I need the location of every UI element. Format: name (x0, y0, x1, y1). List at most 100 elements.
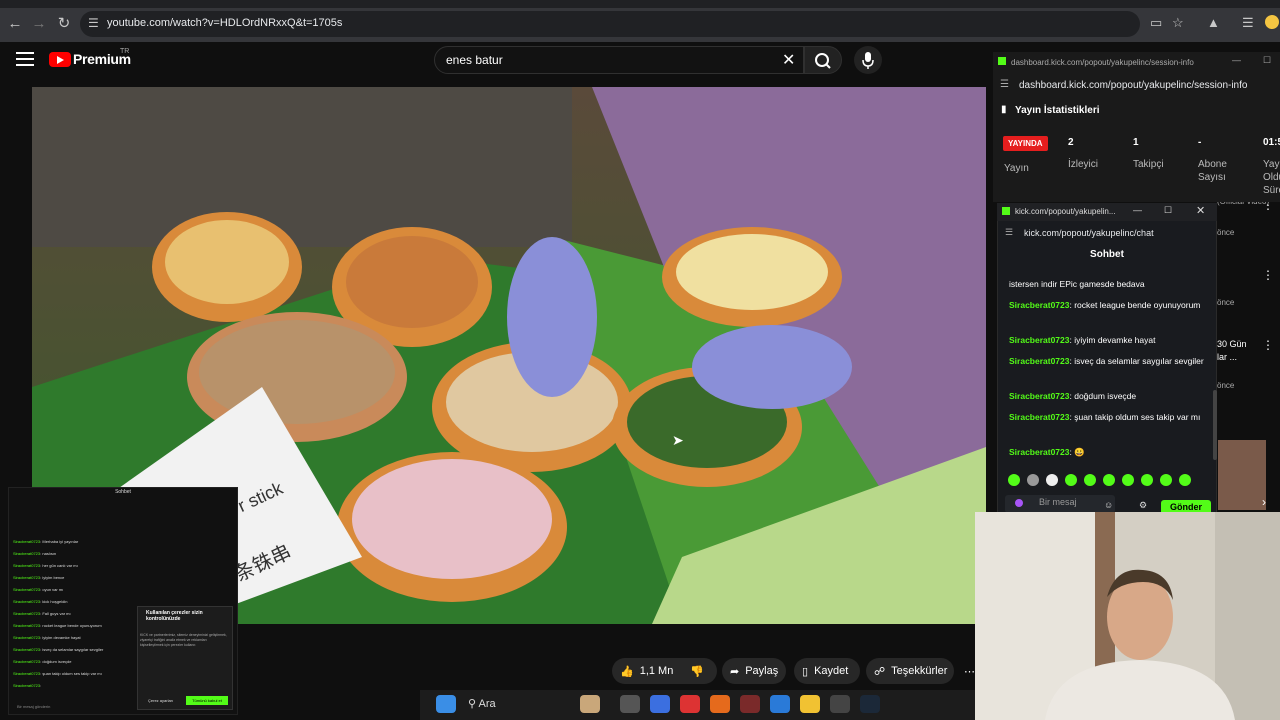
like-button[interactable]: 👍 1,1 Mn (620, 660, 673, 682)
cookie-settings-button[interactable]: Çerez ayarları (148, 698, 173, 703)
taskbar-search[interactable]: ⚲ Ara (468, 697, 496, 710)
country-code: TR (120, 48, 130, 55)
thanks-label: Teşekkürler (891, 665, 948, 677)
side-more-icon-2[interactable]: ⋮ (1262, 338, 1274, 352)
maximize-icon[interactable]: ☐ (1263, 55, 1271, 66)
side-thumbnail[interactable] (1218, 440, 1266, 510)
reload-icon[interactable]: ↻ (53, 13, 75, 35)
webcam-image (975, 512, 1280, 720)
site-info-icon[interactable]: ☰ (88, 16, 99, 30)
more-actions-icon[interactable]: ⋯ (964, 660, 975, 682)
emote-icon[interactable] (1008, 474, 1020, 486)
save-button[interactable]: ▯ Kaydet (802, 660, 848, 682)
minimize-icon[interactable]: — (1133, 205, 1142, 215)
stat-subs: - (1198, 137, 1202, 148)
copilot-icon[interactable] (650, 695, 670, 713)
stat-label-duration: Yayı Oldu Süre (1263, 159, 1280, 196)
chat-message: Siracberat0723: doğdum isveçde (1009, 391, 1137, 401)
cast-icon[interactable]: ▭ (1150, 15, 1162, 31)
stats-icon: ▮ (1001, 104, 1007, 115)
search-query: enes batur (446, 53, 503, 67)
stat-label-followers: Takipçi (1133, 159, 1164, 170)
url-text: youtube.com/watch?v=HDLOrdNRxxQ&t=1705s (107, 17, 343, 29)
thanks-button[interactable]: ☍ Teşekkürler (874, 660, 947, 682)
search-icon (815, 53, 831, 69)
extensions-icon[interactable]: ▲ (1207, 15, 1220, 30)
settings-gear-icon[interactable]: ⚙ (1139, 500, 1147, 511)
overlay-chat-input[interactable]: Bir mesaj gönderin (17, 704, 50, 709)
cookie-accept-button[interactable]: Tümünü kabul et (186, 696, 228, 705)
emote-icon[interactable] (1065, 474, 1077, 486)
task-view-icon[interactable] (620, 695, 640, 713)
kick-stats-url: dashboard.kick.com/popout/yakupelinc/ses… (1019, 80, 1248, 91)
overlay-chat-message: Siracberat0723: her gün canlı var mı (13, 563, 78, 568)
taskbar-search-label: Ara (478, 698, 496, 710)
chrome-icon[interactable] (770, 695, 790, 713)
stat-label-broadcast: Yayın (1004, 163, 1029, 174)
youtube-logo-icon[interactable] (49, 52, 71, 67)
profile-avatar[interactable] (1265, 15, 1279, 29)
overlay-chat-message: Siracberat0723: iyiyim bence (13, 575, 65, 580)
browser-tabstrip (0, 0, 1280, 8)
emote-icon[interactable] (1141, 474, 1153, 486)
stat-label-viewers: İzleyici (1068, 159, 1099, 170)
windows-start-icon[interactable] (436, 695, 456, 713)
overlay-chat-message: Siracberat0723: rocket league bende oyun… (13, 623, 102, 628)
menu-icon[interactable] (16, 52, 34, 68)
file-explorer-icon[interactable] (800, 695, 820, 713)
dislike-button[interactable]: 👎 (690, 660, 704, 682)
emote-icon[interactable] (1160, 474, 1172, 486)
obs-icon[interactable] (830, 695, 850, 713)
site-info-icon[interactable]: ☰ (1005, 227, 1013, 238)
widgets-icon[interactable] (580, 695, 600, 713)
search-button[interactable] (804, 46, 842, 74)
kick-logo-icon (1002, 207, 1010, 215)
chat-message: Siracberat0723: isveç da selamlar saygıl… (1009, 356, 1204, 366)
voice-search-button[interactable] (854, 46, 882, 74)
back-icon[interactable]: ← (4, 13, 26, 35)
emote-icon[interactable] (1179, 474, 1191, 486)
side-video-meta-2: önce (1217, 298, 1235, 307)
side-more-icon[interactable]: ⋮ (1262, 268, 1274, 282)
thumbs-up-icon: 👍 (620, 665, 634, 678)
app-orange-icon[interactable] (710, 695, 730, 713)
app-red-icon[interactable] (680, 695, 700, 713)
like-count: 1,1 Mn (639, 665, 674, 677)
overlay-chat-message: Siracberat0723: (13, 683, 42, 688)
bookmark-star-icon[interactable]: ☆ (1172, 15, 1184, 31)
emote-icon[interactable] (1046, 474, 1058, 486)
overlay-chat-title: Sohbet (115, 489, 131, 495)
cookie-popup-title: Kullanılan çerezler sizin kontrolünüzde (146, 610, 203, 622)
clear-search-icon[interactable]: ✕ (782, 50, 795, 70)
overlay-chat-message: Siracberat0723: doğdum isveçde (13, 659, 72, 664)
close-icon[interactable]: ✕ (1196, 204, 1205, 217)
chat-input-placeholder: Bir mesaj (1039, 497, 1077, 507)
side-video-title-3[interactable]: lar ... (1217, 352, 1237, 362)
steam-icon[interactable] (860, 695, 880, 713)
next-arrow-icon[interactable]: › (1262, 495, 1266, 509)
emote-icon[interactable] (1122, 474, 1134, 486)
forward-icon[interactable]: → (28, 13, 50, 35)
stat-duration: 01:5 (1263, 137, 1280, 148)
emote-icon[interactable] (1084, 474, 1096, 486)
chat-message: Siracberat0723: şuan takip oldum ses tak… (1009, 412, 1201, 422)
overlay-chat-message: Siracberat0723: kick hoşgeldin (13, 599, 68, 604)
chat-message: Siracberat0723: rocket league bende oyun… (1009, 300, 1201, 310)
minimize-icon[interactable]: — (1232, 55, 1241, 65)
chat-message: istersen indir EPic gamesde bedava (1009, 279, 1145, 289)
side-video-title-2[interactable]: 30 Gün (1217, 339, 1247, 349)
emote-icon[interactable] (1103, 474, 1115, 486)
bookmark-icon: ▯ (802, 665, 809, 678)
emoji-icon[interactable]: ☺ (1104, 500, 1113, 510)
share-button[interactable]: ➦ Paylaş (730, 660, 778, 682)
stat-followers: 1 (1133, 137, 1139, 148)
maximize-icon[interactable]: ☐ (1164, 205, 1172, 216)
overlay-chat-message: Siracberat0723: naslısın (13, 551, 57, 556)
emote-icon: 😀 (1074, 447, 1085, 457)
site-info-icon[interactable]: ☰ (1000, 79, 1009, 90)
chat-scrollbar[interactable] (1213, 390, 1217, 460)
chat-header: Sohbet (1090, 249, 1124, 260)
media-icon[interactable]: ☰ (1242, 15, 1254, 31)
emote-icon[interactable] (1027, 474, 1039, 486)
app-mail-icon[interactable] (740, 695, 760, 713)
